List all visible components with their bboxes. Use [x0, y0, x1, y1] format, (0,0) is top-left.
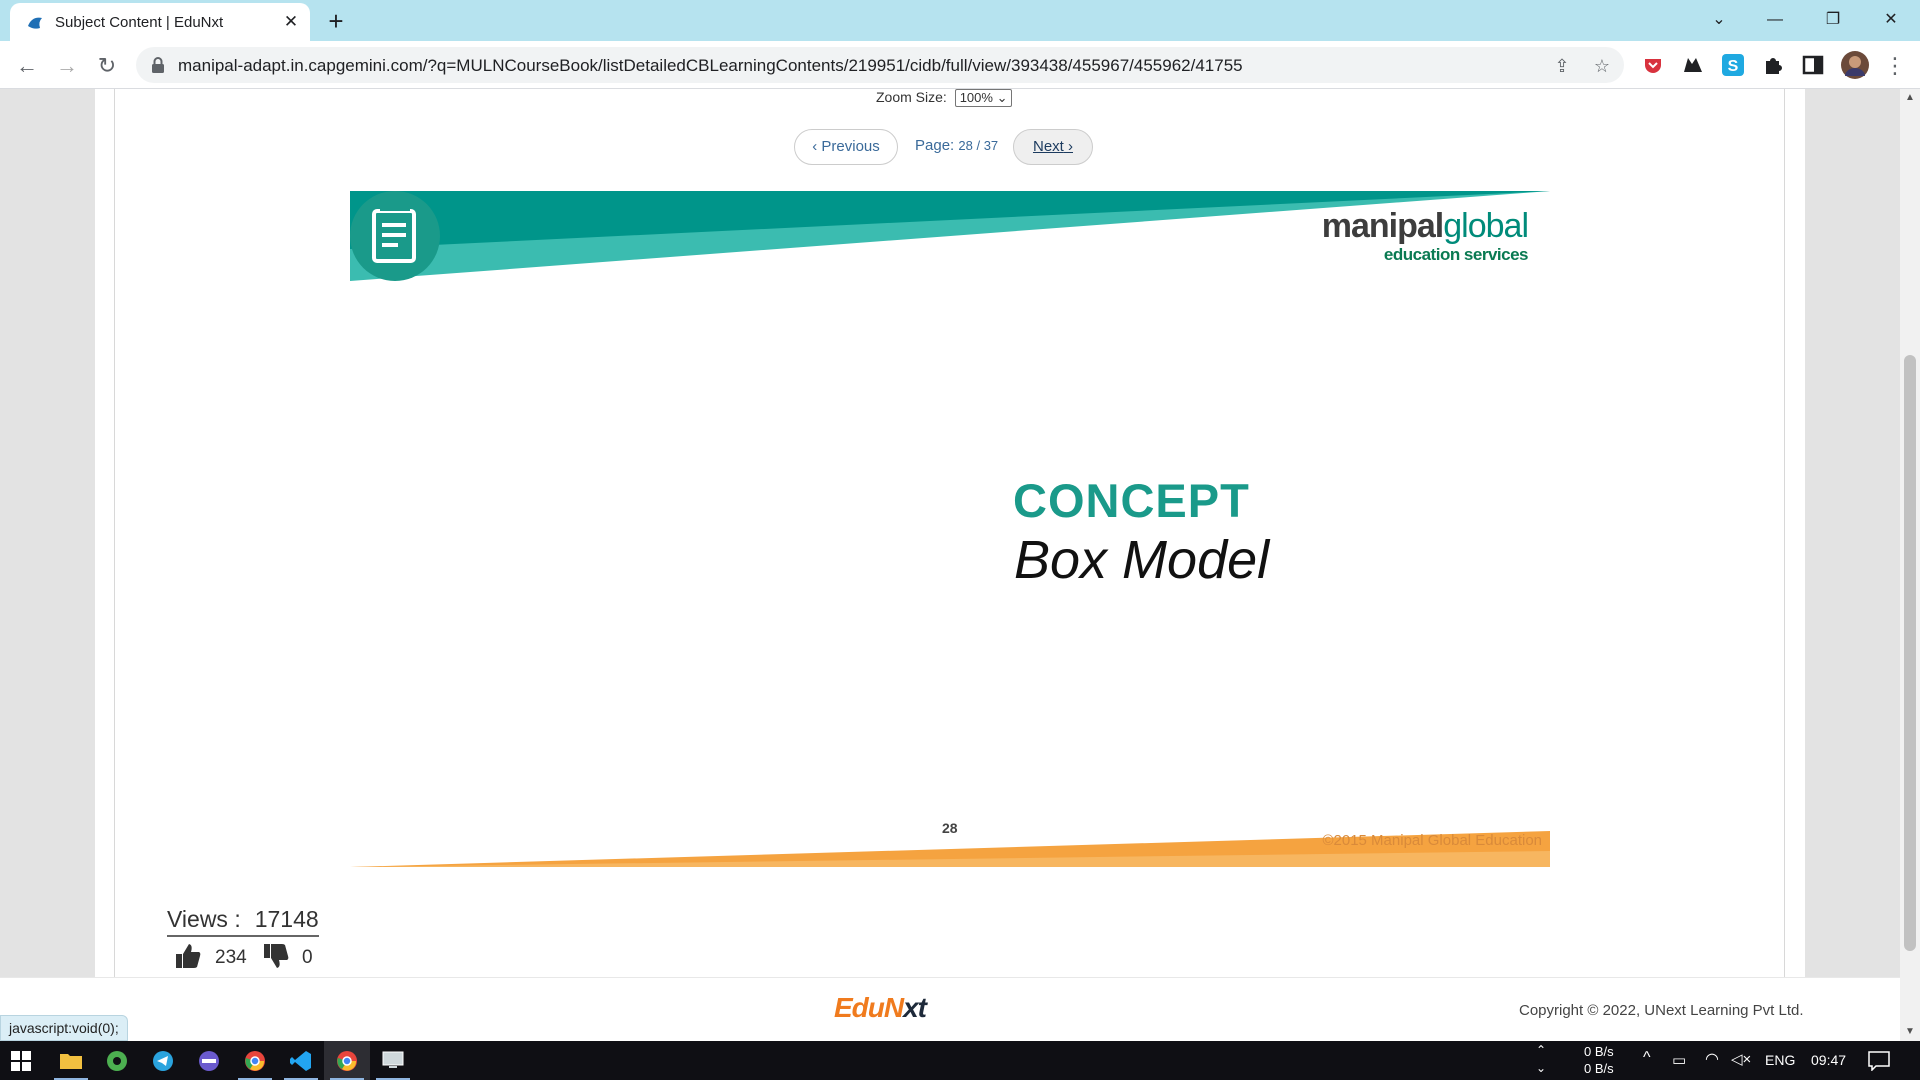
app-green-icon[interactable] — [94, 1041, 140, 1080]
brand-manipal: manipal — [1321, 207, 1444, 245]
browser-toolbar: ← → ↻ manipal-adapt.in.capgemini.com/?q=… — [0, 41, 1920, 89]
pocket-extension-icon[interactable] — [1640, 52, 1666, 78]
page-indicator: Page: 28 / 37 — [915, 137, 999, 154]
footer-copyright: Copyright © 2022, UNext Learning Pvt Ltd… — [1519, 1002, 1804, 1019]
notifications-icon[interactable] — [1868, 1051, 1890, 1071]
slide-banner-graphics — [350, 191, 1550, 867]
brand-subtitle: education services — [1383, 245, 1529, 264]
edunxt-favicon-icon — [28, 17, 42, 29]
volume-muted-icon[interactable]: ◁× — [1731, 1050, 1751, 1068]
slide-subtitle: Box Model — [1014, 530, 1270, 590]
restore-icon[interactable]: ❐ — [1810, 4, 1856, 36]
close-window-icon[interactable]: ✕ — [1868, 4, 1914, 36]
chrome-icon[interactable] — [232, 1041, 278, 1080]
tray-up-chevron-icon[interactable]: ⌃ — [1536, 1043, 1546, 1057]
thumbs-up-icon[interactable] — [174, 942, 202, 970]
scroll-up-icon[interactable]: ▲ — [1900, 89, 1920, 107]
back-icon[interactable]: ← — [11, 50, 43, 82]
manipal-global-logo: manipalglobal education services — [1321, 207, 1529, 265]
page-label: Page: — [915, 137, 955, 154]
status-bar-link: javascript:void(0); — [0, 1015, 128, 1041]
thumbs-down-icon[interactable] — [262, 942, 290, 970]
browser-tab-active[interactable]: Subject Content | EduNxt ✕ — [10, 3, 310, 41]
zoom-control: Zoom Size: 100% ⌄ — [876, 89, 1013, 107]
views-label: Views : — [167, 906, 241, 932]
language-indicator[interactable]: ENG — [1765, 1052, 1795, 1068]
svg-text:S: S — [1728, 58, 1739, 75]
url-text: manipal-adapt.in.capgemini.com/?q=MULNCo… — [178, 56, 1243, 75]
edunxt-logo: EduNxt — [834, 992, 927, 1023]
bookmark-star-icon[interactable]: ☆ — [1590, 54, 1614, 78]
cat-extension-icon[interactable] — [1680, 52, 1706, 78]
slide-copyright: ©2015 Manipal Global Education — [1322, 832, 1542, 849]
views-counter: Views : 17148 — [167, 906, 319, 937]
browser-tab-strip: Subject Content | EduNxt ✕ + ⌄ — ❐ ✕ — [0, 0, 1920, 41]
page-gutter-right — [1805, 89, 1900, 977]
views-value: 17148 — [254, 906, 319, 932]
tab-close-icon[interactable]: ✕ — [280, 11, 302, 33]
next-button[interactable]: Next › — [1013, 129, 1093, 165]
page-gutter-left — [0, 89, 95, 977]
scroll-thumb[interactable] — [1904, 355, 1916, 951]
side-panel-icon[interactable] — [1800, 52, 1826, 78]
zoom-label: Zoom Size: — [876, 89, 947, 105]
windows-taskbar: ⌃ ⌄ 0 B/s 0 B/s ^ ▭ ◠ ◁× ENG 09:47 — [0, 1041, 1920, 1080]
forward-icon[interactable]: → — [51, 50, 83, 82]
page-current: 28 — [958, 138, 973, 153]
new-tab-button[interactable]: + — [322, 7, 350, 35]
likes-count: 234 — [215, 947, 247, 968]
wifi-icon[interactable]: ◠ — [1705, 1049, 1719, 1069]
slide-page-number: 28 — [942, 820, 958, 836]
tray-down-chevron-icon[interactable]: ⌄ — [1536, 1061, 1546, 1075]
share-icon[interactable]: ⇪ — [1550, 54, 1574, 78]
net-speed-down: 0 B/s — [1584, 1061, 1614, 1076]
app-purple-icon[interactable] — [186, 1041, 232, 1080]
tray-overflow-icon[interactable]: ^ — [1643, 1049, 1651, 1067]
menu-kebab-icon[interactable]: ⋮ — [1879, 50, 1911, 82]
telegram-icon[interactable] — [140, 1041, 186, 1080]
remote-desktop-icon[interactable] — [370, 1041, 416, 1080]
minimize-icon[interactable]: — — [1752, 4, 1798, 36]
previous-label: Previous — [821, 138, 880, 155]
reload-icon[interactable]: ↻ — [91, 50, 123, 82]
slide-page: manipalglobal education services CONCEPT… — [350, 191, 1550, 867]
site-footer: EduNxt Copyright © 2022, UNext Learning … — [0, 977, 1900, 1041]
battery-icon[interactable]: ▭ — [1672, 1051, 1686, 1069]
document-icon — [350, 191, 440, 281]
tab-search-icon[interactable]: ⌄ — [1696, 4, 1742, 36]
zoom-value: 100% — [959, 90, 993, 105]
previous-button[interactable]: ‹ Previous — [794, 129, 898, 165]
windows-start-icon[interactable] — [11, 1051, 31, 1071]
chevron-left-icon: ‹ — [812, 138, 818, 155]
slide-title: CONCEPT — [1013, 474, 1250, 527]
net-speed-up: 0 B/s — [1584, 1044, 1614, 1059]
zoom-select[interactable]: 100% ⌄ — [954, 89, 1013, 107]
chevron-right-icon: › — [1068, 138, 1073, 155]
address-bar[interactable]: manipal-adapt.in.capgemini.com/?q=MULNCo… — [136, 47, 1624, 83]
scroll-down-icon[interactable]: ▼ — [1900, 1023, 1920, 1041]
clock[interactable]: 09:47 — [1811, 1052, 1846, 1068]
dislikes-count: 0 — [302, 947, 313, 968]
file-explorer-icon[interactable] — [48, 1041, 94, 1080]
page-total: 37 — [983, 138, 999, 153]
chevron-down-icon: ⌄ — [996, 90, 1008, 105]
profile-avatar[interactable] — [1840, 50, 1870, 80]
vscode-icon[interactable] — [278, 1041, 324, 1080]
lock-icon — [152, 57, 164, 73]
s-extension-icon[interactable]: S — [1720, 52, 1746, 78]
brand-global: global — [1443, 207, 1529, 245]
page-scrollbar[interactable]: ▲ ▼ — [1900, 89, 1920, 1041]
tab-title: Subject Content | EduNxt — [55, 14, 224, 31]
next-label: Next — [1032, 138, 1064, 155]
chrome-active-icon[interactable] — [324, 1041, 370, 1080]
extensions-puzzle-icon[interactable] — [1760, 52, 1786, 78]
page-viewport: Zoom Size: 100% ⌄ ‹ Previous Page: 28 / … — [0, 89, 1900, 1041]
